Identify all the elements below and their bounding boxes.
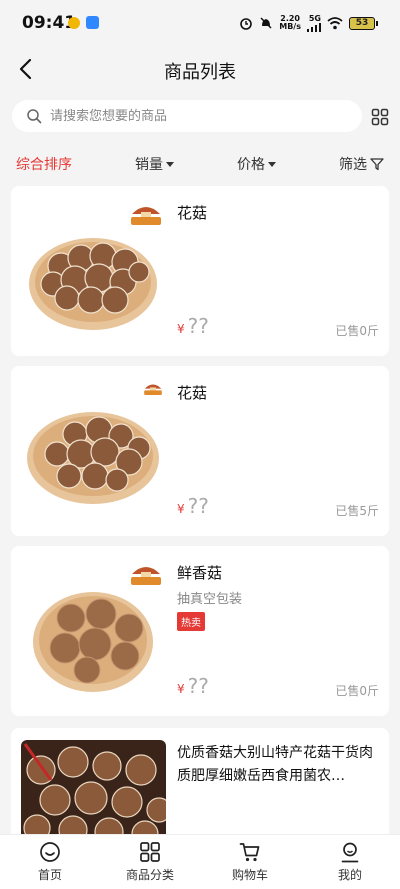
sort-sales[interactable]: 销量 bbox=[135, 154, 174, 174]
brand-logo bbox=[144, 384, 162, 396]
bottom-tab-bar: 首页 商品分类 购物车 我的 bbox=[0, 834, 400, 889]
sort-bar: 综合排序 销量 价格 筛选 bbox=[0, 150, 400, 178]
tab-cart-label: 购物车 bbox=[231, 868, 268, 882]
tab-cart[interactable]: 购物车 bbox=[200, 835, 300, 889]
hot-tag: 热卖 bbox=[177, 612, 205, 631]
product-card[interactable]: 花菇 ¥?? 已售0斤 bbox=[11, 186, 389, 356]
tab-categories[interactable]: 商品分类 bbox=[100, 835, 200, 889]
product-price: ¥?? bbox=[177, 674, 209, 698]
category-grid-icon bbox=[140, 842, 160, 862]
cart-icon bbox=[239, 843, 260, 862]
caret-down-icon bbox=[268, 161, 276, 167]
page-title: 商品列表 bbox=[164, 62, 236, 83]
sold-count: 已售5斤 bbox=[335, 504, 379, 518]
product-name: 优质香菇大别山特产花菇干货肉质肥厚细嫩岳西食用菌农… bbox=[177, 745, 373, 784]
profile-icon bbox=[341, 842, 359, 863]
tab-profile[interactable]: 我的 bbox=[300, 835, 400, 889]
search-icon bbox=[27, 109, 42, 124]
tab-profile-label: 我的 bbox=[337, 868, 362, 882]
home-icon bbox=[40, 842, 60, 862]
product-subtitle: 抽真空包装 bbox=[177, 592, 243, 607]
sort-price[interactable]: 价格 bbox=[237, 154, 276, 174]
product-card[interactable]: 鲜香菇 抽真空包装 热卖 ¥?? 已售0斤 bbox=[11, 546, 389, 716]
status-bar: 09:41 2.20 MB/s 5G 53 bbox=[0, 0, 400, 46]
tab-home[interactable]: 首页 bbox=[0, 835, 100, 889]
brand-logo bbox=[131, 207, 161, 225]
search-bar[interactable] bbox=[12, 100, 362, 132]
wifi-icon bbox=[327, 16, 343, 29]
nav-bar: 商品列表 bbox=[0, 46, 400, 92]
mute-icon bbox=[260, 17, 272, 29]
sold-count: 已售0斤 bbox=[335, 324, 379, 338]
tab-home-label: 首页 bbox=[37, 868, 62, 882]
product-price: ¥?? bbox=[177, 494, 209, 518]
notification-chat-icon bbox=[86, 16, 99, 29]
product-name: 花菇 bbox=[177, 204, 208, 222]
product-name: 鲜香菇 bbox=[177, 564, 223, 582]
grid-view-icon[interactable] bbox=[371, 108, 389, 126]
signal-icon: 5G bbox=[307, 14, 321, 32]
product-name: 花菇 bbox=[177, 384, 208, 402]
sold-count: 已售0斤 bbox=[335, 684, 379, 698]
caret-down-icon bbox=[166, 161, 174, 167]
brand-logo bbox=[131, 567, 161, 585]
network-speed: 2.20 MB/s bbox=[279, 14, 301, 31]
status-indicators: 2.20 MB/s 5G 53 bbox=[239, 14, 378, 32]
product-image bbox=[27, 412, 159, 504]
sort-comprehensive[interactable]: 综合排序 bbox=[16, 154, 72, 174]
tab-categories-label: 商品分类 bbox=[125, 868, 174, 882]
notification-app-icon bbox=[68, 17, 80, 29]
product-price: ¥?? bbox=[177, 314, 209, 338]
search-input[interactable] bbox=[50, 106, 340, 126]
alarm-icon bbox=[240, 18, 253, 30]
filter-icon bbox=[370, 158, 384, 171]
battery-icon: 53 bbox=[349, 16, 378, 30]
product-image bbox=[21, 740, 166, 840]
product-card[interactable]: 花菇 ¥?? 已售5斤 bbox=[11, 366, 389, 536]
filter-button[interactable]: 筛选 bbox=[339, 154, 384, 174]
